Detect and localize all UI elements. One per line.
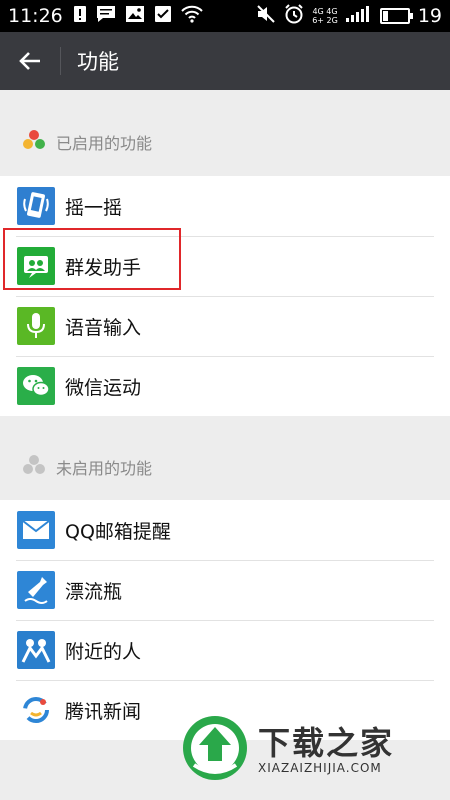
disabled-section-label: 未启用的功能 bbox=[56, 459, 153, 478]
network-type-top: 4G 4G bbox=[312, 7, 338, 16]
drift-bottle-icon bbox=[17, 571, 55, 609]
app-bar-divider bbox=[60, 47, 61, 75]
app-bar: 功能 bbox=[0, 32, 450, 90]
task-check-icon bbox=[154, 5, 172, 27]
feature-item-qq-mail[interactable]: QQ邮箱提醒 bbox=[0, 500, 450, 560]
alarm-icon bbox=[284, 4, 304, 28]
back-button[interactable] bbox=[0, 32, 60, 90]
microphone-icon bbox=[17, 307, 55, 345]
battery-icon bbox=[379, 8, 413, 24]
status-bar: 11:26 4G 4G 6+ 2G 19 bbox=[0, 0, 450, 32]
feature-label: 语音输入 bbox=[65, 316, 142, 339]
feature-label: QQ邮箱提醒 bbox=[65, 520, 171, 543]
notification-icon bbox=[73, 5, 87, 27]
back-arrow-icon bbox=[19, 52, 40, 70]
feature-label: 腾讯新闻 bbox=[65, 700, 142, 723]
feature-item-drift-bottle[interactable]: 漂流瓶 bbox=[0, 560, 450, 620]
disabled-section-header: 未启用的功能 bbox=[0, 447, 450, 487]
network-type-bottom: 6+ 2G bbox=[312, 16, 338, 25]
feature-item-voice-input[interactable]: 语音输入 bbox=[0, 296, 450, 356]
feature-label: 摇一摇 bbox=[65, 196, 123, 219]
message-icon bbox=[96, 5, 116, 27]
people-nearby-icon bbox=[17, 631, 55, 669]
mute-icon bbox=[256, 5, 276, 27]
status-time: 11:26 bbox=[8, 5, 63, 27]
feature-item-people-nearby[interactable]: 附近的人 bbox=[0, 620, 450, 680]
wifi-icon bbox=[181, 5, 203, 27]
feature-label: 附近的人 bbox=[65, 640, 142, 663]
shake-icon bbox=[17, 187, 55, 225]
enabled-section-label: 已启用的功能 bbox=[56, 134, 153, 153]
watermark: 下载之家 XIAZAIZHIJIA.COM bbox=[180, 700, 450, 800]
enabled-section-header: 已启用的功能 bbox=[0, 122, 450, 162]
signal-icon bbox=[345, 6, 372, 26]
feature-label: 漂流瓶 bbox=[65, 580, 123, 603]
watermark-brand: 下载之家 bbox=[258, 724, 395, 762]
mail-icon bbox=[17, 511, 55, 549]
tencent-news-icon bbox=[17, 691, 55, 729]
watermark-logo-icon bbox=[180, 713, 250, 787]
feature-label: 微信运动 bbox=[65, 376, 142, 399]
battery-percent: 19 bbox=[417, 5, 442, 27]
highlight-box bbox=[3, 228, 181, 290]
enabled-feature-list: 摇一摇 群发助手 语音输入 微信运动 bbox=[0, 176, 450, 416]
watermark-url: XIAZAIZHIJIA.COM bbox=[258, 761, 382, 775]
disabled-dots-icon bbox=[22, 454, 46, 480]
network-indicator: 4G 4G 6+ 2G bbox=[312, 7, 338, 25]
page-title: 功能 bbox=[77, 50, 119, 74]
wechat-sport-icon bbox=[17, 367, 55, 405]
feature-item-wechat-sport[interactable]: 微信运动 bbox=[0, 356, 450, 416]
feature-item-shake[interactable]: 摇一摇 bbox=[0, 176, 450, 236]
battery-fill bbox=[382, 11, 388, 21]
gallery-icon bbox=[125, 5, 145, 27]
enabled-dots-icon bbox=[22, 129, 46, 155]
